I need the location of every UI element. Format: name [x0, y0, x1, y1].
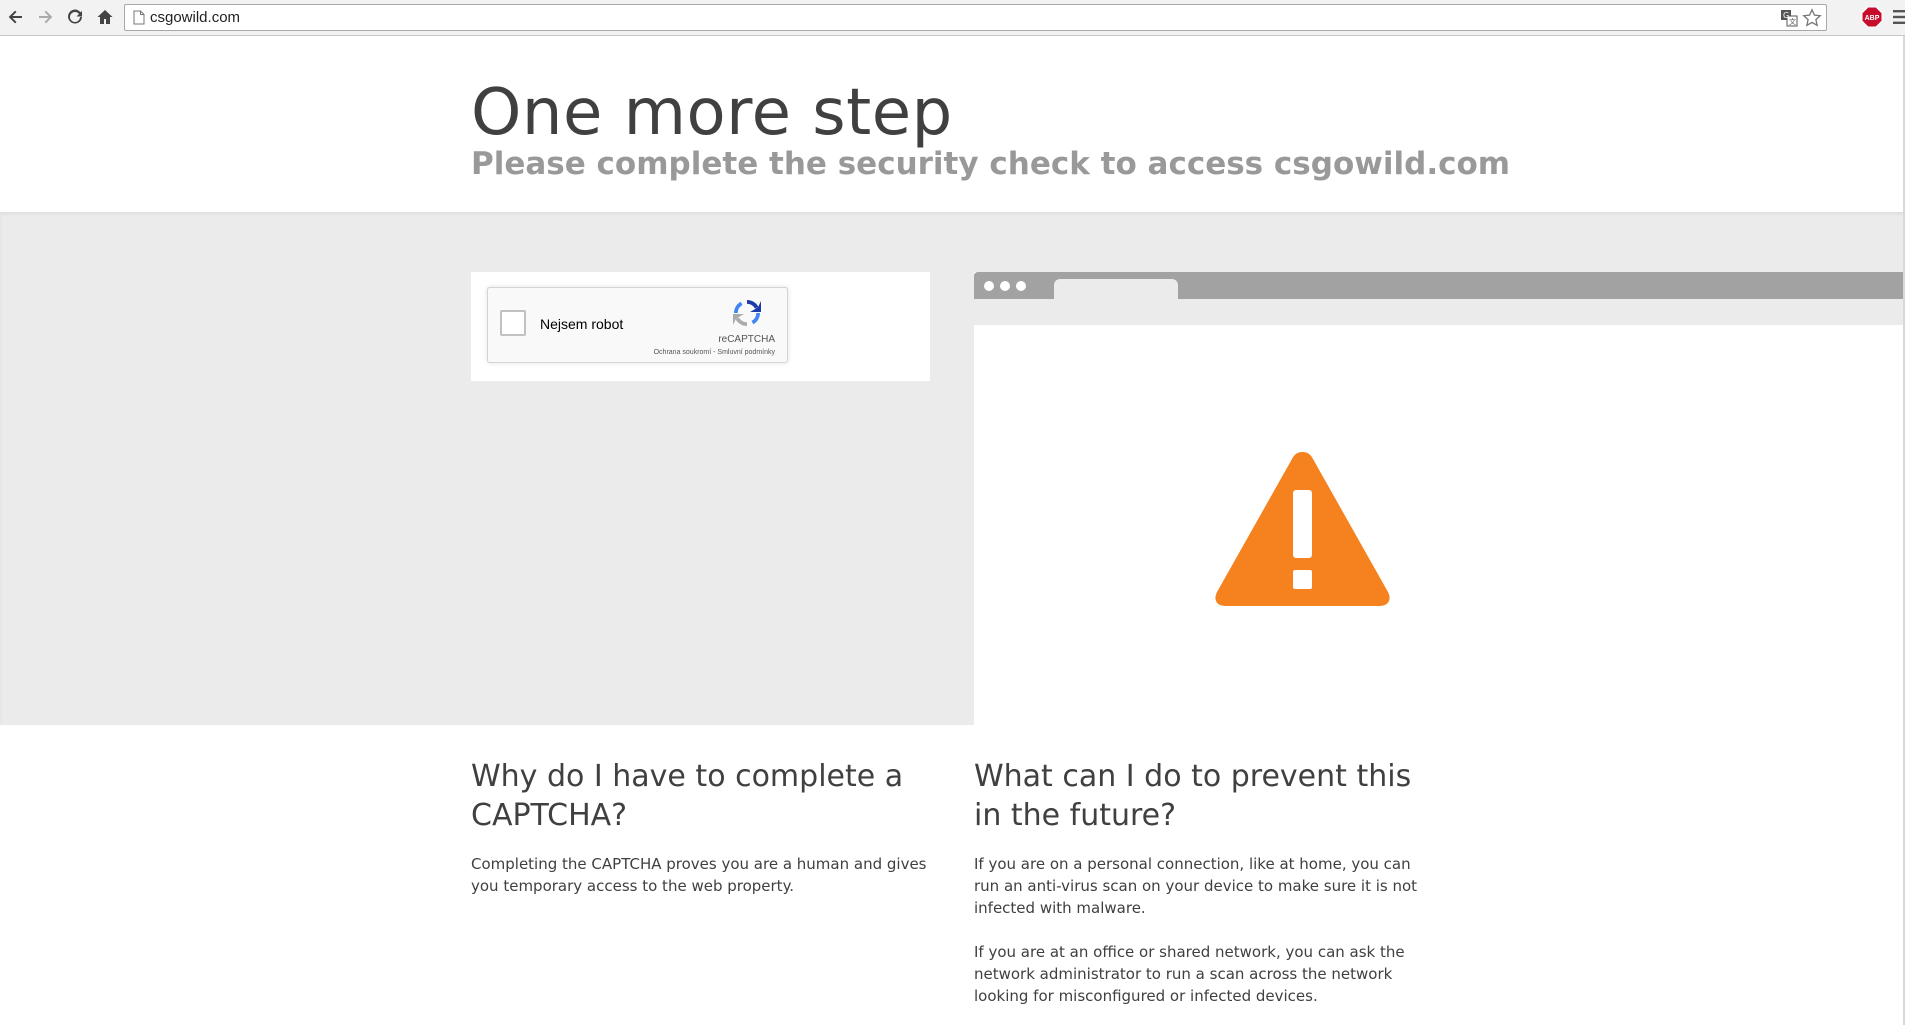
illustration-toolbar: [974, 299, 1905, 325]
hamburger-menu-icon[interactable]: [1893, 9, 1905, 25]
illustration-dot: [984, 281, 994, 291]
forward-arrow-icon[interactable]: [32, 4, 58, 30]
why-captcha-section: Why do I have to complete a CAPTCHA? Com…: [471, 757, 931, 897]
browser-illustration: [974, 272, 1905, 725]
recaptcha-checkbox-label[interactable]: Nejsem robot: [540, 316, 623, 332]
recaptcha-privacy-terms-links[interactable]: Ochrana soukromí - Smluvní podmínky: [654, 349, 775, 356]
recaptcha-logo-icon: [733, 300, 761, 326]
reload-icon[interactable]: [62, 4, 88, 30]
page-icon: [133, 10, 145, 25]
recaptcha-widget: Nejsem robot reCAPTCHA Ochrana soukromí …: [487, 287, 788, 363]
recaptcha-brand: reCAPTCHA: [718, 334, 775, 345]
translate-icon[interactable]: G 文: [1780, 9, 1798, 27]
prevent-text-personal: If you are on a personal connection, lik…: [974, 855, 1418, 917]
svg-text:文: 文: [1789, 17, 1796, 26]
back-arrow-icon[interactable]: [3, 4, 29, 30]
recaptcha-checkbox[interactable]: [500, 310, 526, 336]
address-bar[interactable]: csgowild.com G 文: [124, 4, 1827, 31]
illustration-title-bar: [974, 272, 1905, 299]
illustration-tab: [1054, 279, 1178, 299]
prevent-text-office: If you are at an office or shared networ…: [974, 943, 1405, 1005]
illustration-dot: [1000, 281, 1010, 291]
browser-toolbar: csgowild.com G 文 ABP: [0, 0, 1905, 36]
warning-triangle-icon: [1215, 452, 1390, 606]
illustration-dot: [1016, 281, 1026, 291]
challenge-area: Nejsem robot reCAPTCHA Ochrana soukromí …: [0, 212, 1905, 725]
why-captcha-text: Completing the CAPTCHA proves you are a …: [471, 855, 927, 895]
page-header: One more step Please complete the securi…: [0, 36, 1905, 212]
home-icon[interactable]: [92, 4, 118, 30]
abp-label: ABP: [1865, 15, 1880, 22]
url-text: csgowild.com: [150, 9, 241, 26]
page-subtitle: Please complete the security check to ac…: [471, 146, 1511, 182]
adblock-plus-icon[interactable]: ABP: [1861, 6, 1883, 28]
prevent-section: What can I do to prevent this in the fut…: [974, 757, 1434, 1007]
prevent-heading: What can I do to prevent this in the fut…: [974, 759, 1412, 833]
captcha-container: Nejsem robot reCAPTCHA Ochrana soukromí …: [471, 272, 930, 381]
bookmark-star-icon[interactable]: [1802, 8, 1822, 28]
why-captcha-heading: Why do I have to complete a CAPTCHA?: [471, 759, 904, 833]
page-title: One more step: [471, 76, 953, 150]
